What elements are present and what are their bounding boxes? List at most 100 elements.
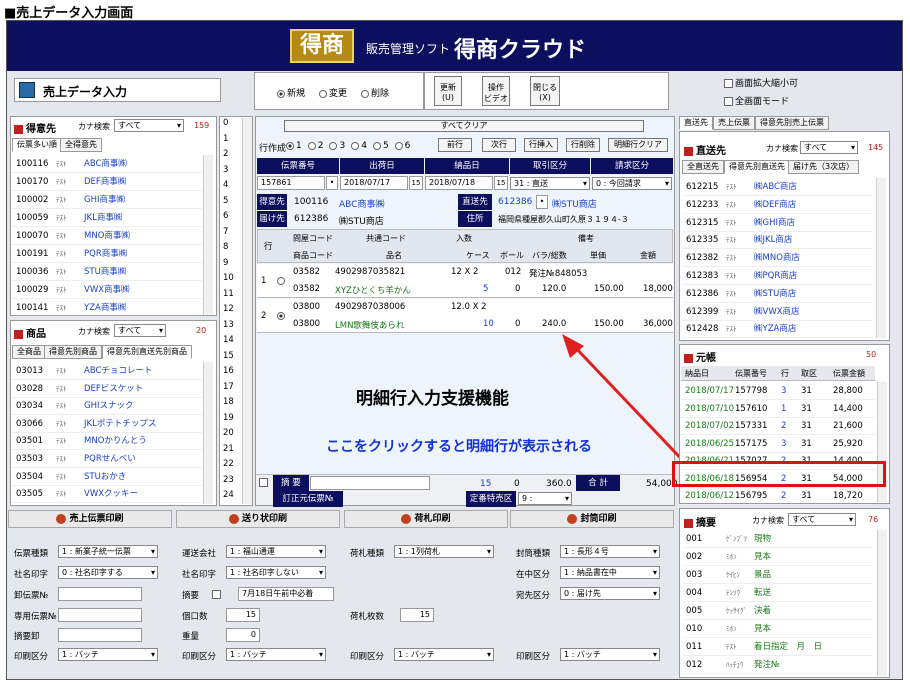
product-row[interactable]: 03503 ﾃｽﾄ PQRせんべい [12,450,202,468]
memo-row[interactable]: 001 ｹﾞﾝﾌﾞﾂ 現物 [682,530,872,548]
product-kana-select[interactable]: すべて [114,324,166,337]
line-case[interactable]: 5 [483,284,488,294]
ledger-row[interactable]: 2018/07/02 157331 2 31 21,600 [681,417,875,435]
direct-row[interactable]: 612233 ﾃｽﾄ ㈱DEF商店 [682,196,872,214]
tab-direct[interactable]: 直送先 [679,116,713,130]
s2-field-1[interactable]: 1 : 社名印字しない [226,566,326,579]
ship-calendar-icon[interactable]: 15 [409,176,423,190]
row-make-radio-6[interactable]: 6 [394,141,410,151]
s1-field-4[interactable] [58,628,142,642]
direct-kana-select[interactable]: すべて [800,141,858,154]
direct-row[interactable]: 612428 ﾃｽﾄ ㈱YZA商店 [682,320,872,339]
line-jan[interactable]: 4902987038006 [335,302,405,312]
line-case[interactable]: 10 [483,319,494,329]
customer-code[interactable]: 100116 [294,197,328,207]
memo-row[interactable]: 012 ﾊｯﾁｭｳ 発注№ [682,656,872,674]
line-iri[interactable]: 12.0 X 2 [451,302,487,312]
customer-row[interactable]: 100141 ﾃｽﾄ YZA商事㈱ [12,299,202,317]
line-select-radio[interactable] [277,312,285,320]
ledger-row[interactable]: 2018/07/17 157798 3 31 28,800 [681,382,875,400]
footer-tekiyo-field[interactable] [310,476,430,490]
customer-row[interactable]: 100002 ﾃｽﾄ GHI商事㈱ [12,191,202,209]
direct-row[interactable]: 612215 ﾃｽﾄ ㈱ABC商店 [682,178,872,196]
deliv-date-field[interactable]: 2018/07/18 [425,176,493,190]
deliv-calendar-icon[interactable]: 15 [494,176,508,190]
direct-scrollbar[interactable] [876,178,886,338]
tab-customer-frequent[interactable]: 伝票多い順 [12,138,62,152]
s2-field-4[interactable]: 0 [226,628,260,642]
s3-field-0[interactable]: 1 : 1列荷札 [394,545,494,558]
s2-field-5[interactable]: 1 : バッチ [226,648,326,661]
customer-scrollbar[interactable] [203,155,213,315]
slip-no-field[interactable]: 157861 [257,176,325,190]
s1-field-5[interactable]: 1 : バッチ [58,648,158,661]
product-row[interactable]: 03013 ﾃｽﾄ ABCチョコレート [12,362,202,380]
line-ball[interactable]: 0 [515,319,520,329]
footer-checkbox[interactable] [259,478,270,488]
tab-product-direct[interactable]: 得意先別直送先別商品 [102,345,192,359]
memo-row[interactable]: 002 ﾐﾎﾝ 見本 [682,548,872,566]
s1-field-2[interactable] [58,587,142,601]
customer-row[interactable]: 100029 ﾃｽﾄ VWX商事㈱ [12,281,202,299]
mode-edit[interactable]: 変更 [319,86,347,99]
line-price[interactable]: 150.00 [594,284,624,294]
line-note[interactable]: 発注№848053 [529,267,587,279]
row-make-radio-3[interactable]: 3 [329,141,345,151]
memo-row[interactable]: 011 ﾃｽﾄ 着日指定 月 日 [682,638,872,656]
mode-delete[interactable]: 削除 [361,86,389,99]
s4-field-1[interactable]: 1 : 納品書在中 [560,566,660,579]
product-row[interactable]: 03505 ﾃｽﾄ VWXクッキー [12,485,202,504]
tab-product-customer[interactable]: 得意先別商品 [44,345,102,359]
video-button[interactable]: 操作 ビデオ [482,76,510,106]
direct-row[interactable]: 612383 ﾃｽﾄ ㈱PQR商店 [682,267,872,285]
tab-sales-slip[interactable]: 売上伝票 [713,116,755,130]
s2-field-0[interactable]: 1 : 福山通運 [226,545,326,558]
customer-kana-select[interactable]: すべて [114,119,184,132]
tab-customer-sales[interactable]: 得意先別売上伝票 [755,116,829,130]
row-make-radio-4[interactable]: 4 [351,141,367,151]
customer-row[interactable]: 100036 ﾃｽﾄ STU商事㈱ [12,263,202,281]
line-button-0[interactable]: 前行 [438,138,472,152]
fullscreen-checkbox[interactable]: 全画面モード [724,94,789,107]
update-button[interactable]: 更新 (U) [434,76,462,106]
line-product-code[interactable]: 03800 [293,319,320,329]
s2-memo-checkbox[interactable] [212,590,221,599]
tab-direct-customer[interactable]: 得意先別直送先 [724,160,790,174]
direct-dropdown[interactable]: • [536,195,548,209]
direct-row[interactable]: 612335 ﾃｽﾄ ㈱JKL商店 [682,231,872,250]
ledger-row[interactable]: 2018/06/12 156795 2 31 18,720 [681,487,875,505]
ledger-row[interactable]: 2018/06/25 157175 3 31 25,920 [681,435,875,453]
line-select-radio[interactable] [277,277,285,285]
direct-row[interactable]: 612386 ﾃｽﾄ ㈱STU商店 [682,285,872,303]
memo-row[interactable]: 003 ｹｲﾋﾝ 景品 [682,566,872,584]
line-ball[interactable]: 0 [515,284,520,294]
s2-field-3[interactable]: 15 [226,608,260,622]
line-qty[interactable]: 120.0 [542,284,566,294]
direct-row[interactable]: 612382 ﾃｽﾄ ㈱MNO商店 [682,249,872,268]
dest-code[interactable]: 612386 [294,214,328,224]
product-row[interactable]: 03501 ﾃｽﾄ MNOかりんとう [12,432,202,451]
product-row[interactable]: 03034 ﾃｽﾄ GHIスナック [12,397,202,416]
tab-dest-3rd[interactable]: 届け先（3次店） [788,160,860,174]
memo-row[interactable]: 010 ﾐﾎﾝ 見本 [682,620,872,638]
direct-row[interactable]: 612315 ﾃｽﾄ ㈱GHI商店 [682,214,872,232]
tokuban-select[interactable]: 9 : [518,492,572,505]
s4-field-0[interactable]: 1 : 長形４号 [560,545,660,558]
product-row[interactable]: 03028 ﾃｽﾄ DEFビスケット [12,380,202,398]
customer-row[interactable]: 100191 ﾃｽﾄ PQR商事㈱ [12,245,202,263]
ledger-row[interactable]: 2018/07/10 157610 1 31 14,400 [681,400,875,418]
row-make-radio-2[interactable]: 2 [307,141,323,151]
line-button-1[interactable]: 次行 [482,138,516,152]
line-product-code[interactable]: 03582 [293,284,320,294]
s3-field-1[interactable]: 15 [400,608,434,622]
bill-type-select[interactable]: 0 : 今回請求 [592,177,672,190]
direct-row[interactable]: 612399 ﾃｽﾄ ㈱VWX商店 [682,303,872,321]
tab-direct-all[interactable]: 全直送先 [682,160,724,174]
tab-customer-all[interactable]: 全得意先 [60,138,102,152]
memo-kana-select[interactable]: すべて [788,513,856,526]
memo-row[interactable]: 004 ﾃﾝｿｳ 転送 [682,584,872,602]
row-scrollbar[interactable] [242,118,252,504]
s1-field-1[interactable]: 0 : 社名印字する [58,566,158,579]
s4-field-3[interactable]: 1 : バッチ [560,648,660,661]
zoom-checkbox[interactable]: 画面拡大縮小可 [724,76,798,89]
